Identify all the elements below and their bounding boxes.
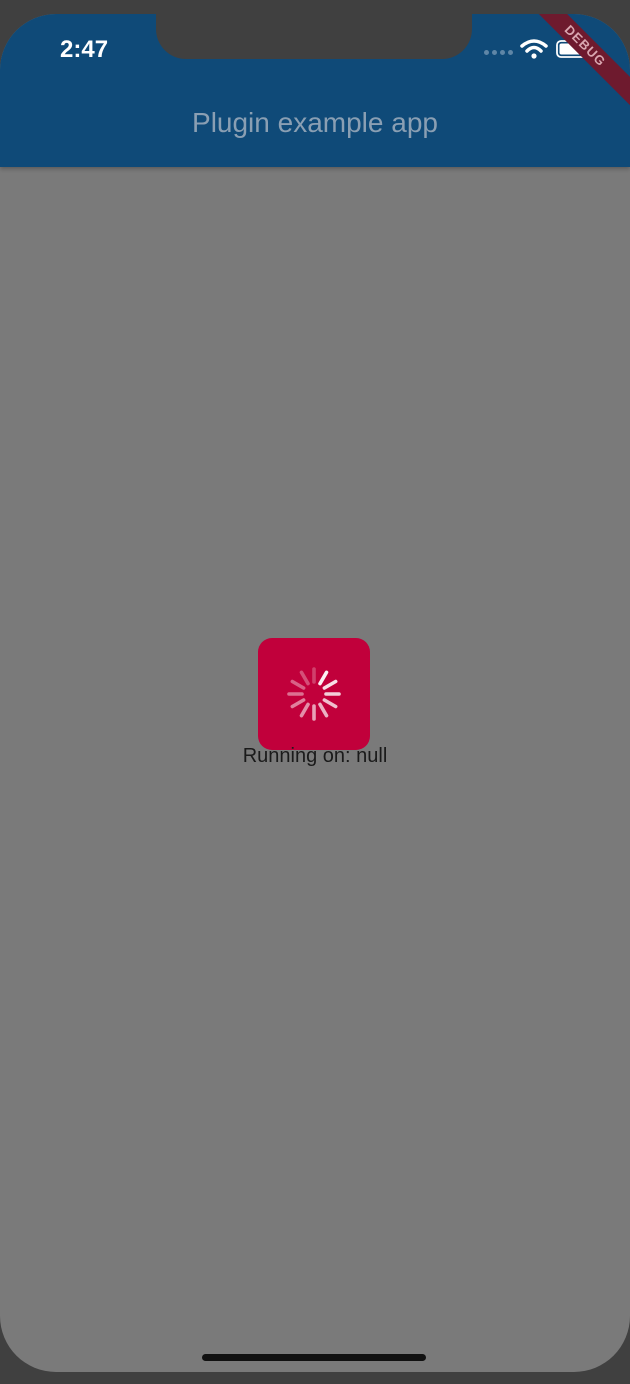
cellular-signal-icon	[484, 50, 513, 55]
loading-indicator	[258, 638, 370, 750]
spinner-tick	[299, 702, 310, 718]
spinner-tick	[290, 698, 306, 709]
spinner-tick	[299, 670, 310, 686]
spinner-tick	[322, 679, 338, 690]
debug-banner: DEBUG	[517, 14, 630, 114]
status-time: 2:47	[60, 36, 109, 63]
spinner-tick	[290, 679, 306, 690]
running-on-text: Running on: null	[242, 745, 388, 767]
spinner-icon	[287, 667, 341, 721]
wifi-icon	[520, 39, 548, 59]
spinner-tick	[318, 702, 329, 718]
spinner-tick	[318, 670, 329, 686]
app-bar: 2:47 DEBUG Plugin example app	[0, 14, 630, 167]
notch	[156, 14, 472, 59]
app-bar-title: Plugin example app	[192, 107, 438, 138]
home-indicator[interactable]	[202, 1354, 426, 1361]
spinner-tick	[322, 698, 338, 709]
phone-screen: 2:47 DEBUG Plugin example app Running on…	[0, 14, 630, 1372]
